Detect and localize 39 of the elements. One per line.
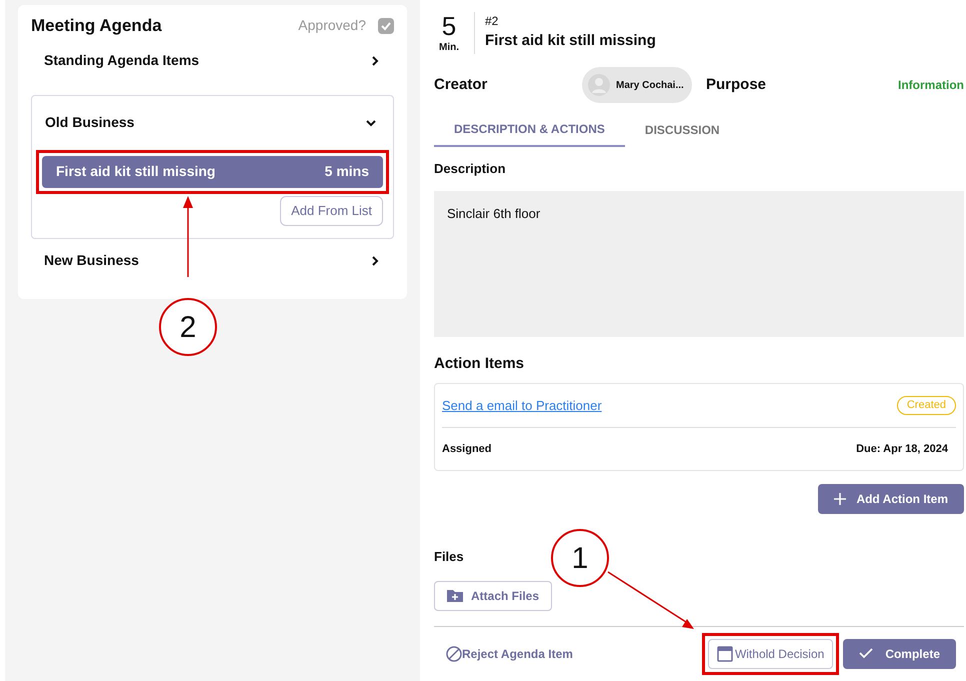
tab[interactable]: DISCUSSION — [624, 113, 740, 147]
description-label: Description — [434, 160, 506, 178]
section-header[interactable]: New Business — [31, 238, 394, 282]
plus-icon — [834, 493, 846, 506]
folder-plus-icon — [447, 589, 463, 602]
callout-number: 1 — [551, 529, 609, 587]
duration-number: 5 — [442, 12, 456, 40]
add-from-list-button[interactable]: Add From List — [280, 196, 383, 226]
complete-button[interactable]: Complete — [843, 638, 956, 669]
due-date: Due: Apr 18, 2024 — [856, 442, 948, 457]
purpose-label: Purpose — [706, 74, 766, 95]
calendar-icon — [716, 645, 733, 662]
prohibited-icon — [446, 646, 462, 662]
purpose-value: Information — [898, 77, 964, 94]
section-header[interactable]: Old Business — [42, 96, 383, 150]
withhold-decision-button[interactable]: Withold Decision — [708, 638, 834, 669]
duration-unit: Min. — [439, 41, 459, 55]
agenda-title: Meeting Agenda — [31, 15, 162, 37]
action-item-link[interactable]: Send a email to Practitioner — [442, 396, 602, 416]
attach-files-button[interactable]: Attach Files — [434, 580, 552, 611]
reject-button[interactable]: Reject Agenda Item — [446, 644, 573, 663]
add-action-item-button[interactable]: Add Action Item — [818, 484, 964, 514]
item-number: #2 — [485, 13, 500, 30]
action-items-label: Action Items — [434, 354, 524, 374]
check-icon — [380, 20, 392, 32]
description-field[interactable]: Sinclair 6th floor — [434, 190, 964, 337]
files-label: Files — [434, 548, 464, 566]
agenda-item[interactable]: First aid kit still missing 5 mins — [42, 156, 383, 188]
assigned-label: Assigned — [442, 442, 492, 457]
item-title: First aid kit still missing — [485, 31, 656, 51]
check-icon — [859, 648, 874, 660]
approved-label: Approved? — [298, 16, 366, 36]
status-badge: Created — [896, 396, 956, 415]
tab[interactable]: DESCRIPTION & ACTIONS — [434, 113, 625, 147]
creator-label: Creator — [434, 74, 488, 95]
avatar-icon — [588, 74, 610, 96]
section-header[interactable]: Standing Agenda Items — [31, 38, 394, 82]
approved-checkbox[interactable] — [378, 18, 394, 34]
creator-chip[interactable]: Mary Cochai... — [582, 67, 692, 103]
